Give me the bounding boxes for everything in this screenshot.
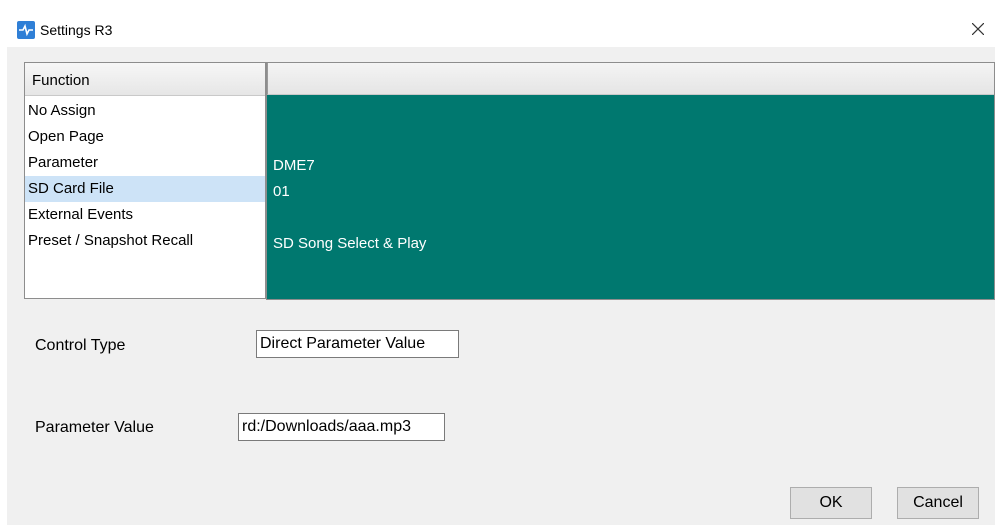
control-type-field[interactable]: Direct Parameter Value — [256, 330, 459, 358]
control-type-label: Control Type — [35, 337, 126, 354]
function-list-items: No Assign Open Page Parameter SD Card Fi… — [25, 98, 265, 254]
function-list-header: Function — [25, 63, 265, 96]
function-item-no-assign[interactable]: No Assign — [25, 98, 265, 124]
function-item-preset-snapshot-recall[interactable]: Preset / Snapshot Recall — [25, 228, 265, 254]
detail-device-number: 01 — [273, 183, 290, 200]
detail-function-name[interactable]: SD Song Select & Play — [273, 235, 426, 252]
parameter-value-field[interactable]: rd:/Downloads/aaa.mp3 — [238, 413, 445, 441]
detail-panel: DME7 01 SD Song Select & Play — [266, 62, 995, 300]
settings-dialog: Settings R3 Function No Assign Open Page… — [7, 5, 995, 525]
function-item-sd-card-file[interactable]: SD Card File — [25, 176, 265, 202]
detail-header — [267, 63, 994, 95]
ok-button[interactable]: OK — [790, 487, 872, 519]
detail-device-name: DME7 — [273, 157, 315, 174]
close-button[interactable] — [961, 13, 995, 45]
app-icon — [17, 21, 35, 39]
close-icon — [972, 23, 984, 35]
parameter-value-label: Parameter Value — [35, 419, 154, 436]
function-item-external-events[interactable]: External Events — [25, 202, 265, 228]
function-item-open-page[interactable]: Open Page — [25, 124, 265, 150]
function-item-parameter[interactable]: Parameter — [25, 150, 265, 176]
title-bar: Settings R3 — [7, 5, 995, 47]
window-title: Settings R3 — [40, 22, 113, 38]
cancel-button[interactable]: Cancel — [897, 487, 979, 519]
function-list: Function No Assign Open Page Parameter S… — [24, 62, 266, 299]
function-header-label: Function — [32, 72, 90, 89]
